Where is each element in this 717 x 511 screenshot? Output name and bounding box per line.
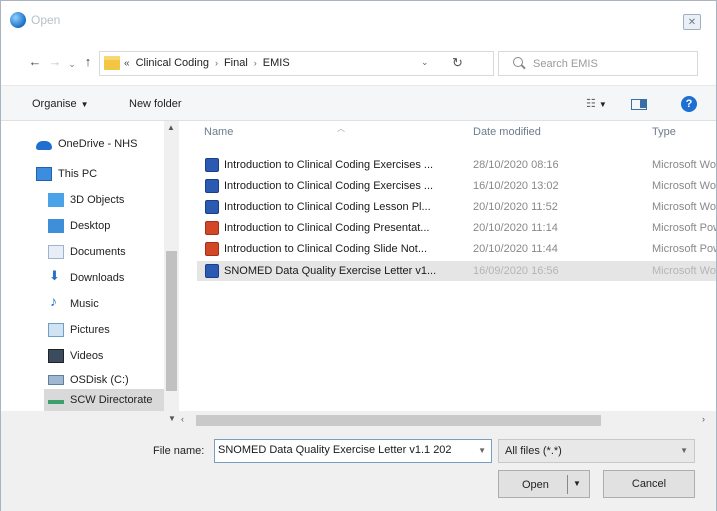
breadcrumb-emis[interactable]: EMIS <box>263 57 290 69</box>
up-button[interactable]: ↑ <box>81 55 95 69</box>
sidebar-item-downloads[interactable]: Downloads <box>48 267 166 289</box>
3d-objects-icon <box>48 193 64 207</box>
address-bar[interactable]: « Clinical Coding › Final › EMIS ⌄ ↻ <box>99 51 494 76</box>
file-row-selected[interactable]: SNOMED Data Quality Exercise Letter v1..… <box>197 261 716 281</box>
file-row[interactable]: Introduction to Clinical Coding Lesson P… <box>197 197 716 217</box>
caret-down-icon: ▼ <box>598 100 607 109</box>
cancel-button[interactable]: Cancel <box>603 470 695 498</box>
this-pc-icon <box>36 167 52 181</box>
powerpoint-icon <box>205 242 219 256</box>
sidebar-item-osdisk[interactable]: OSDisk (C:) <box>48 369 166 391</box>
help-icon[interactable]: ? <box>681 96 697 112</box>
file-name-input[interactable] <box>218 444 473 456</box>
search-box[interactable]: Search EMIS <box>498 51 698 76</box>
organise-button[interactable]: Organise ▼ <box>32 98 89 110</box>
preview-pane-icon[interactable] <box>631 99 647 110</box>
search-input[interactable]: Search EMIS <box>533 58 598 70</box>
chevron-down-icon: ▼ <box>680 446 688 455</box>
sidebar-item-onedrive[interactable]: OneDrive - NHS <box>36 133 166 155</box>
new-folder-button[interactable]: New folder <box>129 98 182 110</box>
scrollbar-thumb[interactable] <box>166 251 177 391</box>
content-area: OneDrive - NHS This PC 3D Objects Deskto… <box>1 121 716 429</box>
open-options-chevron-icon[interactable]: ▼ <box>573 479 581 488</box>
scroll-left-icon[interactable]: ‹ <box>181 414 184 424</box>
open-button-label: Open <box>522 479 549 491</box>
app-icon <box>10 12 26 28</box>
file-row[interactable]: Introduction to Clinical Coding Exercise… <box>197 176 716 196</box>
file-row[interactable]: Introduction to Clinical Coding Exercise… <box>197 155 716 175</box>
window-title: Open <box>31 13 61 27</box>
word-document-icon <box>205 158 219 172</box>
breadcrumb-overflow[interactable]: « <box>124 58 130 69</box>
navigation-pane-scrollbar[interactable]: ▲ <box>164 121 179 411</box>
bottom-panel: File name: ▼ All files (*.*) ▼ Open ▼ Ca… <box>1 429 716 511</box>
navigation-pane[interactable]: OneDrive - NHS This PC 3D Objects Deskto… <box>36 121 166 411</box>
sidebar-item-scw-directorate[interactable]: SCW Directorate <box>44 389 166 411</box>
file-row[interactable]: Introduction to Clinical Coding Presenta… <box>197 218 716 238</box>
back-button[interactable]: ← <box>28 55 42 69</box>
address-row: ← → ⌄ ↑ « Clinical Coding › Final › EMIS… <box>1 39 716 85</box>
scroll-down-icon[interactable]: ▼ <box>168 414 176 423</box>
forward-button[interactable]: → <box>48 55 62 69</box>
breadcrumb-separator-icon: › <box>214 58 218 68</box>
sidebar-item-3d-objects[interactable]: 3D Objects <box>48 189 166 211</box>
file-type-value: All files (*.*) <box>505 445 562 457</box>
onedrive-icon <box>36 141 52 150</box>
search-icon <box>513 57 523 67</box>
scrollbar-thumb[interactable] <box>196 415 601 426</box>
breadcrumb-separator-icon: › <box>253 58 257 68</box>
breadcrumb: « Clinical Coding › Final › EMIS <box>124 57 290 69</box>
column-header-type[interactable]: Type <box>652 126 676 138</box>
sidebar-item-music[interactable]: Music <box>48 293 166 315</box>
powerpoint-icon <box>205 221 219 235</box>
desktop-icon <box>48 219 64 233</box>
file-row[interactable]: Introduction to Clinical Coding Slide No… <box>197 239 716 259</box>
disk-icon <box>48 375 64 385</box>
pictures-icon <box>48 323 64 337</box>
column-header-date-modified[interactable]: Date modified <box>473 126 541 138</box>
address-dropdown-icon[interactable]: ⌄ <box>421 57 429 68</box>
sidebar-item-desktop[interactable]: Desktop <box>48 215 166 237</box>
scroll-right-icon[interactable]: › <box>702 414 705 424</box>
sidebar-item-videos[interactable]: Videos <box>48 345 166 367</box>
downloads-icon <box>48 268 64 285</box>
change-view-button[interactable]: ☷ ▼ <box>586 97 607 110</box>
chevron-down-icon[interactable]: ▼ <box>478 446 486 455</box>
word-document-icon <box>205 264 219 278</box>
sidebar-item-this-pc[interactable]: This PC <box>36 163 166 185</box>
column-header-name[interactable]: Name ︿ <box>204 124 345 138</box>
network-drive-icon <box>48 400 64 404</box>
videos-icon <box>48 349 64 363</box>
recent-locations-chevron-icon[interactable]: ⌄ <box>65 57 79 71</box>
title-bar: Open ✕ <box>1 1 716 39</box>
file-list: Name ︿ Date modified Type Introduction t… <box>194 121 716 411</box>
caret-down-icon: ▼ <box>80 100 89 109</box>
open-dialog: Open ✕ ← → ⌄ ↑ « Clinical Coding › Final… <box>0 0 717 511</box>
scroll-up-icon[interactable]: ▲ <box>167 123 175 132</box>
open-button[interactable]: Open ▼ <box>498 470 590 498</box>
refresh-button[interactable]: ↻ <box>452 55 463 71</box>
close-button[interactable]: ✕ <box>683 14 701 30</box>
word-document-icon <box>205 200 219 214</box>
sidebar-item-pictures[interactable]: Pictures <box>48 319 166 341</box>
horizontal-scrollbar[interactable]: ▼ ‹ › <box>1 411 716 429</box>
breadcrumb-final[interactable]: Final <box>224 57 248 69</box>
music-icon <box>48 293 64 311</box>
word-document-icon <box>205 179 219 193</box>
file-name-combobox[interactable]: ▼ <box>214 439 492 463</box>
documents-icon <box>48 245 64 259</box>
view-icon: ☷ <box>586 98 596 110</box>
folder-icon <box>104 56 120 70</box>
file-type-filter[interactable]: All files (*.*) ▼ <box>498 439 695 463</box>
sort-ascending-icon: ︿ <box>337 124 345 133</box>
close-icon: ✕ <box>687 16 697 28</box>
split-divider <box>567 475 568 494</box>
breadcrumb-clinical-coding[interactable]: Clinical Coding <box>136 57 209 69</box>
file-name-label: File name: <box>153 445 205 457</box>
toolbar: Organise ▼ New folder ☷ ▼ ? <box>1 85 716 121</box>
sidebar-item-documents[interactable]: Documents <box>48 241 166 263</box>
